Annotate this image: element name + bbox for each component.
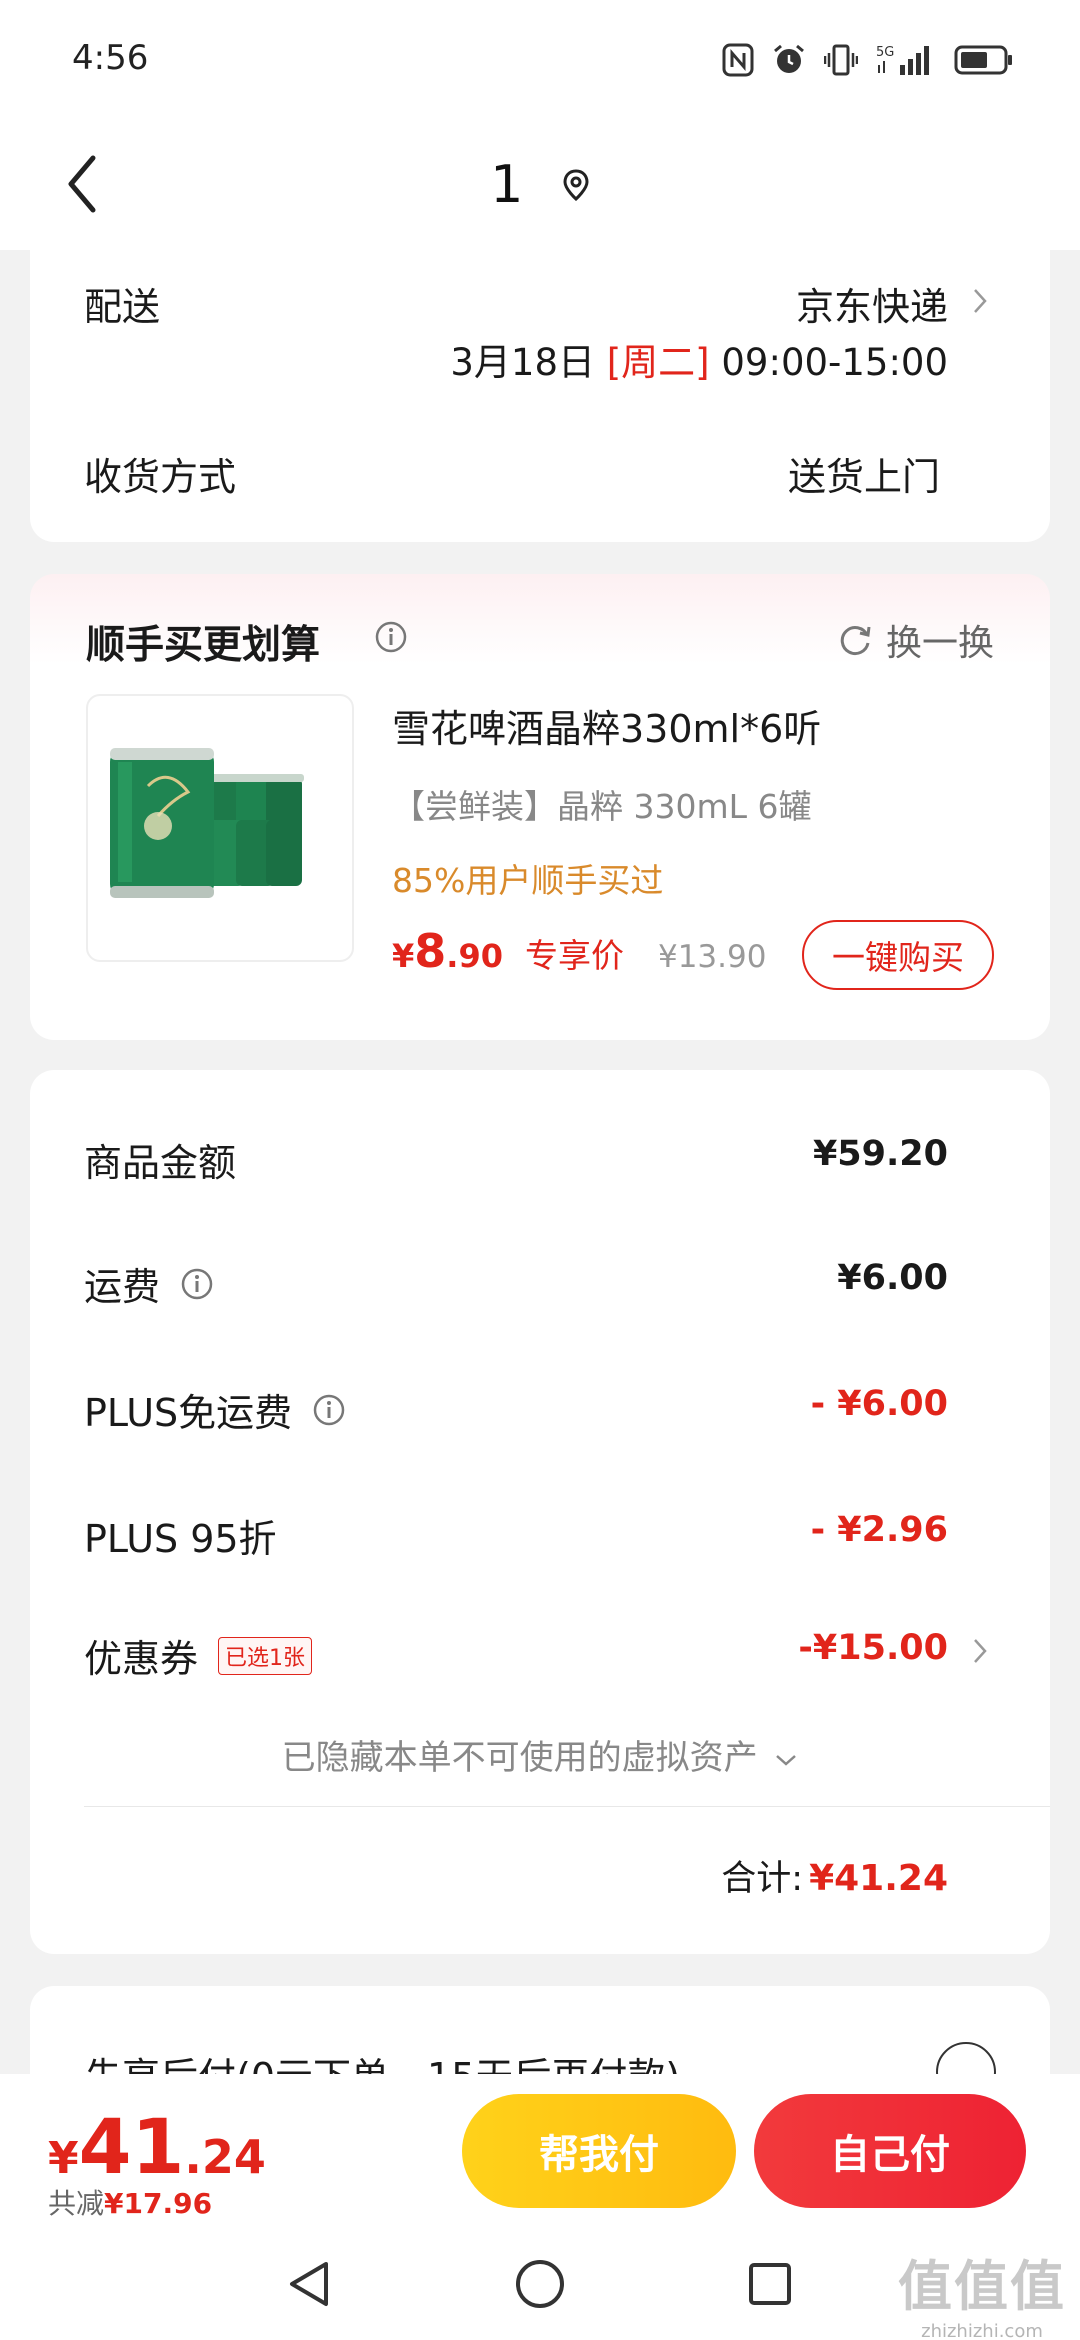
location-pin-icon: [563, 169, 589, 201]
receive-method-value[interactable]: 送货上门: [788, 446, 940, 501]
coupon-selected-badge: 已选1张: [218, 1636, 313, 1675]
checkout-total: ¥ 41 .24: [48, 2102, 266, 2191]
plus-discount-label-text: PLUS 95折: [84, 1517, 277, 1561]
refresh-icon: [840, 626, 871, 656]
checkout-bar: ¥ 41 .24 共减¥17.96 帮我付 自己付: [0, 2074, 1080, 2230]
original-price: ¥13.90: [657, 939, 767, 975]
hidden-assets-text: 已隐藏本单不可使用的虚拟资产: [281, 1738, 758, 1778]
plus-free-shipping-label-text: PLUS免运费: [84, 1391, 293, 1435]
price-summary-card: 商品金额 ¥59.20 运费 ¥6.00 PLUS免运费 - ¥6.00 PLU…: [30, 1070, 1050, 1954]
recommend-title: 顺手买更划算: [86, 623, 321, 668]
watermark: 值值值 zhizhizhi.com: [898, 2242, 1066, 2340]
page-title[interactable]: 1: [0, 152, 1080, 215]
saved-value: ¥17.96: [104, 2187, 213, 2220]
delivery-time-window: 09:00-15:00: [721, 341, 948, 384]
beer-cans-image-icon: [110, 748, 304, 898]
delivery-carrier[interactable]: 京东快递: [796, 276, 948, 331]
product-image[interactable]: [86, 694, 354, 962]
price-decimal: .90: [446, 937, 503, 975]
goods-amount-label: 商品金额: [84, 1132, 236, 1187]
goods-amount-value: ¥59.20: [812, 1134, 948, 1174]
recents-square-icon[interactable]: [746, 2258, 794, 2310]
goods-amount-label-text: 商品金额: [84, 1141, 237, 1185]
total-integer: 41: [78, 2102, 185, 2191]
svg-text:5G: 5G: [876, 45, 894, 60]
receive-method-label: 收货方式: [84, 455, 237, 499]
shipping-fee-label-text: 运费: [84, 1265, 161, 1309]
divider: [84, 1806, 1050, 1807]
subtotal-value: ¥41.24: [809, 1858, 948, 1899]
info-icon[interactable]: [312, 1393, 346, 1427]
watermark-logo: 值值值: [898, 2255, 1066, 2318]
shipping-fee-label: 运费: [84, 1256, 214, 1311]
delivery-date: 3月18日: [450, 341, 595, 384]
price-tag: 专享价: [524, 936, 624, 975]
subtotal-label: 合计:: [721, 1859, 804, 1899]
plus-free-shipping-value: - ¥6.00: [810, 1384, 948, 1424]
product-price-row: ¥ 8 .90 专享价 ¥13.90: [392, 924, 766, 984]
coupon-row[interactable]: 优惠券 已选1张: [84, 1628, 313, 1683]
signal-5g-icon: 5G: [876, 45, 929, 75]
plus-discount-value: - ¥2.96: [810, 1510, 948, 1550]
total-symbol: ¥: [48, 2133, 79, 2184]
coupon-label: 优惠券: [84, 1637, 199, 1681]
chevron-right-icon[interactable]: [970, 1636, 990, 1666]
info-icon[interactable]: [374, 620, 408, 654]
saved-label: 共减: [48, 2187, 105, 2220]
chevron-right-icon[interactable]: [970, 286, 990, 316]
back-triangle-icon[interactable]: [284, 2258, 332, 2310]
status-bar: 4:56 5G: [0, 0, 1080, 120]
shipping-fee-value: ¥6.00: [837, 1258, 948, 1298]
status-icons: 5G: [722, 40, 1014, 80]
status-time: 4:56: [72, 38, 149, 78]
total-decimal: .24: [184, 2130, 266, 2184]
product-bought-rate: 85%用户顺手买过: [392, 861, 664, 900]
chevron-down-icon: [776, 1754, 797, 1766]
plus-free-shipping-label: PLUS免运费: [84, 1382, 346, 1437]
home-circle-icon[interactable]: [514, 2258, 566, 2310]
one-click-buy-button[interactable]: 一键购买: [802, 920, 994, 990]
battery-icon: [954, 45, 1012, 75]
nfc-icon: [722, 43, 754, 77]
total-saved: 共减¥17.96: [48, 2182, 212, 2222]
delivery-card: 配送 京东快递 3月18日 [周二] 09:00-15:00 收货方式 送货上门: [30, 250, 1050, 542]
hidden-assets-toggle[interactable]: 已隐藏本单不可使用的虚拟资产: [30, 1730, 1050, 1779]
product-name[interactable]: 雪花啤酒晶粹330ml*6听: [392, 698, 821, 753]
price-integer: 8: [414, 924, 447, 978]
swap-label: 换一换: [885, 623, 994, 664]
plus-discount-label: PLUS 95折: [84, 1508, 277, 1563]
delivery-date-line[interactable]: 3月18日 [周二] 09:00-15:00: [450, 332, 948, 386]
pay-myself-button[interactable]: 自己付: [754, 2094, 1026, 2208]
delivery-weekday: [周二]: [606, 341, 710, 384]
product-description: 【尝鲜装】晶粹 330mL 6罐: [392, 787, 812, 826]
help-me-pay-button[interactable]: 帮我付: [462, 2094, 736, 2208]
watermark-site: zhizhizhi.com: [921, 2321, 1043, 2340]
swap-button[interactable]: 换一换: [836, 614, 994, 666]
price-symbol: ¥: [392, 937, 415, 975]
alarm-icon: [774, 44, 804, 73]
page-title-text: 1: [490, 155, 524, 215]
recommend-card: 顺手买更划算 换一换 雪花啤酒晶粹330ml*6听 【尝鲜装】晶粹 330mL …: [30, 574, 1050, 1040]
header-bar: 1: [0, 120, 1080, 250]
vibrate-icon: [824, 44, 858, 76]
subtotal-line: 合计: ¥41.24: [721, 1850, 948, 1901]
delivery-label: 配送: [84, 285, 161, 329]
info-icon[interactable]: [180, 1267, 214, 1301]
coupon-value[interactable]: -¥15.00: [798, 1628, 948, 1668]
